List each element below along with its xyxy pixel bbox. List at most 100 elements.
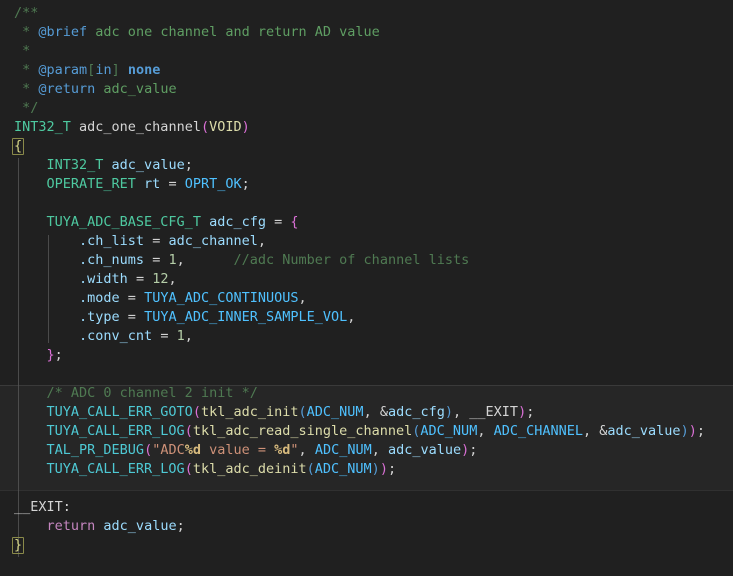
token-comma: ,: [453, 404, 470, 420]
code-line-17[interactable]: .type = TUYA_ADC_INNER_SAMPLE_VOL,: [0, 308, 733, 327]
token-comma: ,: [176, 252, 185, 268]
token-variable-adc-channel: adc_channel: [168, 233, 258, 249]
token-assign: =: [265, 214, 291, 230]
token-assign: =: [160, 176, 185, 192]
code-line-9[interactable]: INT32_T adc_value;: [0, 156, 733, 175]
token-assign: =: [144, 233, 169, 249]
code-line-2[interactable]: * @brief adc one channel and return AD v…: [0, 23, 733, 42]
token-constant-adc-num: ADC_NUM: [314, 461, 372, 477]
token-number: 1: [176, 328, 185, 344]
token-comment-star: *: [14, 62, 39, 78]
token-enum-continuous: TUYA_ADC_CONTINUOUS: [144, 290, 299, 306]
token-field-mode: .mode: [79, 290, 120, 306]
token-paren-open: (: [192, 404, 201, 420]
code-line-22[interactable]: TUYA_CALL_ERR_GOTO(tkl_adc_init(ADC_NUM,…: [0, 403, 733, 422]
token-constant-adc-channel: ADC_CHANNEL: [493, 423, 583, 439]
token-goto-label-exit: __EXIT:: [14, 499, 71, 515]
token-assign: =: [119, 309, 145, 325]
token-doc-direction-in: in: [95, 62, 112, 78]
token-type-void: VOID: [209, 119, 242, 135]
token-paren-open: (: [184, 461, 193, 477]
code-line-28[interactable]: return adc_value;: [0, 517, 733, 536]
code-line-8[interactable]: {: [0, 137, 733, 156]
code-line-25[interactable]: TUYA_CALL_ERR_LOG(tkl_adc_deinit(ADC_NUM…: [0, 460, 733, 479]
token-assign: =: [152, 328, 177, 344]
code-line-23[interactable]: TUYA_CALL_ERR_LOG(tkl_adc_read_single_ch…: [0, 422, 733, 441]
token-paren-open: (: [200, 119, 210, 135]
token-constant-adc-num: ADC_NUM: [306, 404, 364, 420]
code-editor[interactable]: /** * @brief adc one channel and return …: [0, 0, 733, 576]
token-field-conv-cnt: .conv_cnt: [79, 328, 153, 344]
token-paren-close: ): [379, 461, 388, 477]
code-line-15[interactable]: .width = 12,: [0, 270, 733, 289]
code-line-3[interactable]: *: [0, 42, 733, 61]
code-line-6[interactable]: */: [0, 99, 733, 118]
token-comma: ,: [168, 271, 177, 287]
code-content[interactable]: /** * @brief adc one channel and return …: [0, 0, 733, 555]
token-comma: ,: [371, 442, 388, 458]
token-variable-adc-value: adc_value: [95, 518, 177, 534]
token-paren-open: (: [144, 442, 153, 458]
token-gap: [185, 252, 234, 268]
token-function-tkl-adc-deinit: tkl_adc_deinit: [192, 461, 307, 477]
code-line-26-blank[interactable]: [0, 479, 733, 498]
token-type-adc-cfg-struct: TUYA_ADC_BASE_CFG_T: [46, 214, 201, 230]
token-paren-close: ): [688, 423, 697, 439]
token-constant-adc-num: ADC_NUM: [420, 423, 478, 439]
token-type-operate-ret: OPERATE_RET: [46, 176, 136, 192]
token-semicolon: ;: [184, 157, 193, 173]
code-line-21[interactable]: /* ADC 0 channel 2 init */: [0, 384, 733, 403]
code-line-24[interactable]: TAL_PR_DEBUG("ADC%d value = %d", ADC_NUM…: [0, 441, 733, 460]
token-paren-close: ): [241, 119, 250, 135]
token-comment-star: *: [14, 43, 31, 59]
code-line-13[interactable]: .ch_list = adc_channel,: [0, 232, 733, 251]
code-line-10[interactable]: OPERATE_RET rt = OPRT_OK;: [0, 175, 733, 194]
code-line-14[interactable]: .ch_nums = 1, //adc Number of channel li…: [0, 251, 733, 270]
token-string-part: ": [290, 442, 299, 458]
token-variable-adc-value: adc_value: [387, 442, 462, 458]
token-number: 12: [152, 271, 169, 287]
code-line-20-blank[interactable]: [0, 365, 733, 384]
code-line-1[interactable]: /**: [0, 4, 733, 23]
code-line-4[interactable]: * @param[in] none: [0, 61, 733, 80]
token-comma: ,: [583, 423, 600, 439]
token-macro-call-err-goto: TUYA_CALL_ERR_GOTO: [46, 404, 193, 420]
token-brace-close: }: [46, 347, 55, 363]
token-line-comment: //adc Number of channel lists: [233, 252, 470, 268]
token-string-part: value =: [200, 442, 275, 458]
token-function-read-single-channel: tkl_adc_read_single_channel: [192, 423, 413, 439]
code-line-29[interactable]: }: [0, 536, 733, 555]
code-line-16[interactable]: .mode = TUYA_ADC_CONTINUOUS,: [0, 289, 733, 308]
token-semicolon: ;: [526, 404, 535, 420]
token-type-int32: INT32_T: [46, 157, 104, 173]
token-doc-tag-brief: @brief: [38, 24, 88, 40]
code-line-27[interactable]: __EXIT:: [0, 498, 733, 517]
token-paren-close: ): [518, 404, 527, 420]
token-paren-open: (: [306, 461, 315, 477]
code-line-7[interactable]: INT32_T adc_one_channel(VOID): [0, 118, 733, 137]
token-comment-star: *: [14, 81, 39, 97]
token-paren-close: ): [680, 423, 689, 439]
code-line-12[interactable]: TUYA_ADC_BASE_CFG_T adc_cfg = {: [0, 213, 733, 232]
token-field-width: .width: [79, 271, 128, 287]
code-line-5[interactable]: * @return adc_value: [0, 80, 733, 99]
token-comma: ,: [347, 309, 356, 325]
code-line-19[interactable]: };: [0, 346, 733, 365]
token-function-name: adc_one_channel: [70, 119, 201, 135]
token-assign: =: [127, 271, 153, 287]
token-keyword-return: return: [46, 518, 96, 534]
code-line-11-blank[interactable]: [0, 194, 733, 213]
token-constant-oprt-ok: OPRT_OK: [184, 176, 242, 192]
code-line-18[interactable]: .conv_cnt = 1,: [0, 327, 733, 346]
token-brace-open: {: [290, 214, 299, 230]
token-format-specifier: %d: [184, 442, 201, 458]
token-comma: ,: [184, 328, 193, 344]
